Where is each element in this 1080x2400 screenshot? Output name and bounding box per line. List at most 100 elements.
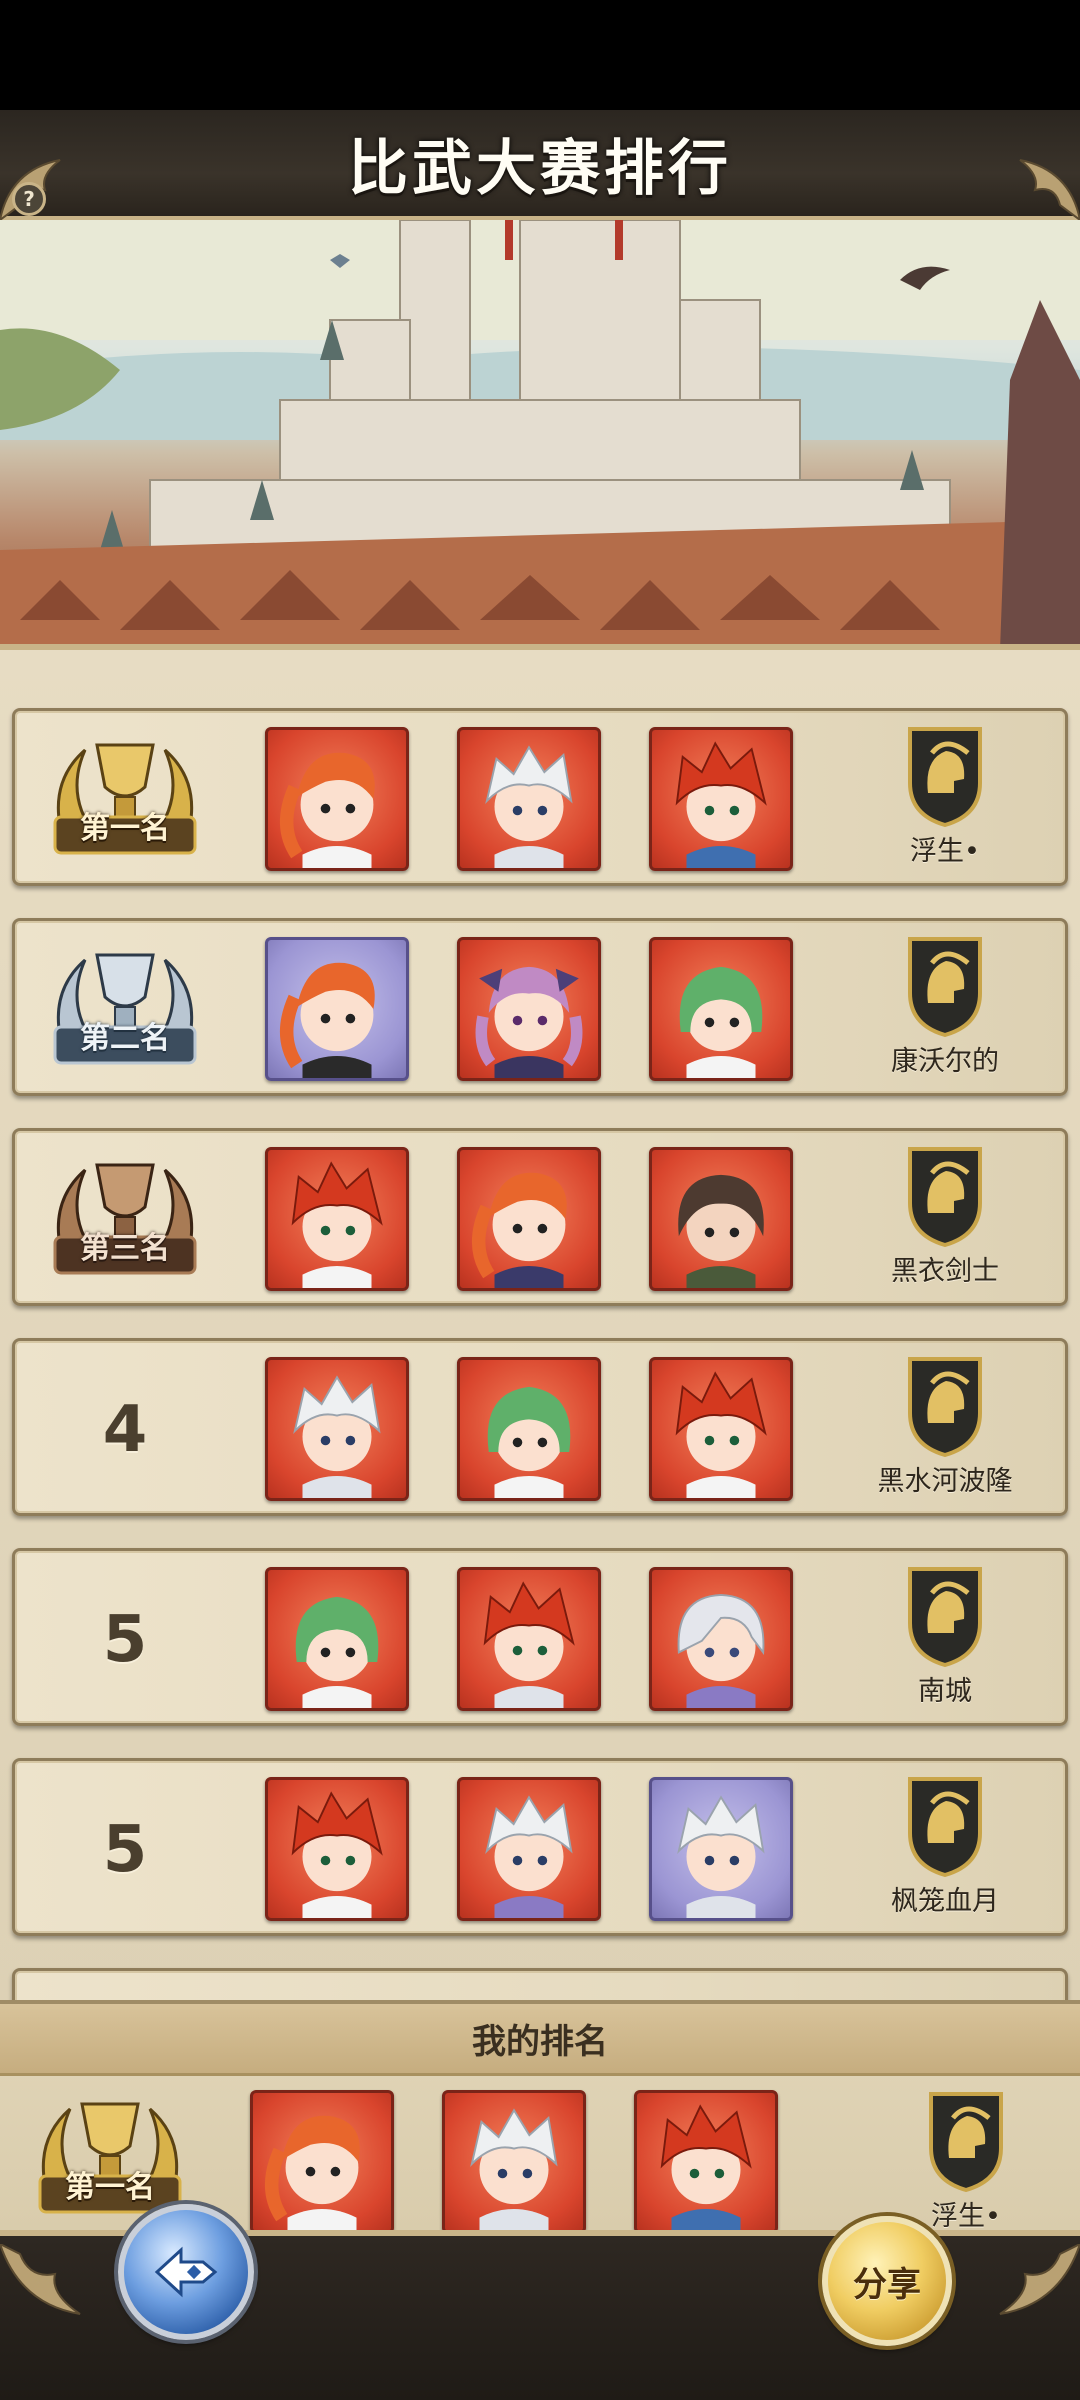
hero-portrait[interactable] (265, 1777, 409, 1921)
hero-portrait[interactable] (649, 1147, 793, 1291)
red-spiky-hero-icon (291, 1791, 383, 1918)
rank-badge: 第一名 (45, 725, 205, 875)
player-info[interactable]: 浮生• (845, 723, 1045, 883)
treasure-chest-icon[interactable] (895, 510, 1005, 595)
help-icon[interactable]: ? (12, 182, 46, 216)
hero-portrait[interactable] (457, 1567, 601, 1711)
rank-badge: 第三名 (45, 1145, 205, 1295)
player-name: 枫笼血月 (891, 1886, 999, 1917)
spartan-helmet-crest-icon (908, 1777, 982, 1877)
player-name: 浮生• (931, 2201, 1001, 2232)
bronze-medal-icon: 第三名 (45, 1145, 205, 1295)
player-name: 南城 (918, 1676, 972, 1707)
hero-portrait[interactable] (265, 937, 409, 1081)
hero-portrait[interactable] (649, 1357, 793, 1501)
red-spiky-hero-icon (675, 1371, 767, 1498)
hero-portrait[interactable] (265, 727, 409, 871)
rank-label: 第一名 (65, 2170, 155, 2205)
rank-badge: 4 (45, 1355, 205, 1505)
share-label: 分享 (853, 2264, 921, 2305)
corner-ornament (980, 2242, 1080, 2324)
red-spiky-hero-icon (660, 2104, 752, 2231)
hero-portrait[interactable] (265, 1357, 409, 1501)
corner-ornament (1000, 150, 1080, 222)
player-info[interactable]: 南城 (845, 1563, 1045, 1723)
rank-label: 第三名 (80, 1231, 170, 1266)
hero-portrait[interactable] (457, 1147, 601, 1291)
rank-label: 第二名 (80, 1021, 170, 1056)
ranking-list[interactable]: 第一名 浮生• 第二名 康沃尔的 第三名 黑衣剑士 4 黑水河波隆 5 南城 5… (0, 650, 1080, 2000)
gold-medal-icon: 第一名 (45, 725, 205, 875)
purple-ribbon-hero-icon (475, 966, 583, 1078)
white-spiky-hero-icon (485, 1795, 573, 1918)
hero-portrait[interactable] (457, 1777, 601, 1921)
spartan-helmet-crest-icon (908, 1147, 982, 1247)
my-rank-panel: 我的排名 第一名 浮生• (0, 2000, 1080, 2234)
back-arrow-icon (154, 2246, 218, 2298)
orange-ponytail-hero-icon (279, 752, 375, 868)
hero-portrait[interactable] (457, 937, 601, 1081)
green-bob-hero-icon (487, 1386, 571, 1498)
rank-number: 4 (102, 1393, 148, 1467)
player-name: 浮生• (910, 836, 980, 867)
hero-portrait[interactable] (442, 2090, 586, 2234)
ranking-row[interactable]: 5 南城 (12, 1548, 1068, 1726)
hero-portrait[interactable] (265, 1567, 409, 1711)
rank-badge: 5 (45, 1565, 205, 1715)
player-info[interactable]: 康沃尔的 (845, 933, 1045, 1093)
player-name: 康沃尔的 (891, 1046, 999, 1077)
white-spiky-hero-icon (470, 2108, 558, 2231)
orange-ponytail-hero-icon (264, 2115, 360, 2231)
ranking-row[interactable] (12, 1968, 1068, 2000)
green-bob-hero-icon (295, 1596, 379, 1708)
rank-badge: 5 (45, 1775, 205, 1925)
ranking-row[interactable]: 第三名 黑衣剑士 (12, 1128, 1068, 1306)
spartan-helmet-crest-icon (908, 937, 982, 1037)
silver-haired-hero-icon (677, 1593, 765, 1708)
hero-portrait[interactable] (457, 727, 601, 871)
my-rank-title: 我的排名 (472, 2022, 608, 2062)
page-title: 比武大赛排行 (348, 133, 732, 204)
hero-portrait[interactable] (649, 937, 793, 1081)
hero-portrait[interactable] (250, 2090, 394, 2234)
spartan-helmet-crest-icon (908, 1357, 982, 1457)
share-button[interactable]: 分享 (822, 2216, 952, 2346)
red-spiky-hero-icon (291, 1161, 383, 1288)
orange-ponytail-hero-icon (279, 962, 375, 1078)
rank-badge: 第二名 (45, 935, 205, 1085)
bottom-bar: 分享 (0, 2204, 1080, 2400)
hero-portrait[interactable] (649, 727, 793, 871)
white-spiky-hero-icon (677, 1795, 765, 1918)
player-info[interactable]: 枫笼血月 (845, 1773, 1045, 1933)
player-name: 黑水河波隆 (877, 1466, 1013, 1497)
spartan-helmet-crest-icon (908, 1567, 982, 1667)
back-button[interactable] (118, 2204, 254, 2340)
rank-number: 5 (102, 1603, 148, 1677)
ranking-row[interactable]: 第一名 浮生• (12, 708, 1068, 886)
spartan-helmet-crest-icon (908, 727, 982, 827)
hero-portrait[interactable] (634, 2090, 778, 2234)
green-bob-hero-icon (679, 966, 763, 1078)
hero-portrait[interactable] (265, 1147, 409, 1291)
ranking-row[interactable]: 4 黑水河波隆 (12, 1338, 1068, 1516)
status-bar (0, 0, 1080, 110)
orange-ponytail-hero-icon (471, 1172, 567, 1288)
player-info[interactable]: 黑水河波隆 (845, 1353, 1045, 1513)
hero-portrait[interactable] (457, 1357, 601, 1501)
silver-medal-icon: 第二名 (45, 935, 205, 1085)
my-rank-header: 我的排名 (0, 2004, 1080, 2076)
white-spiky-hero-icon (293, 1375, 381, 1498)
hero-portrait[interactable] (649, 1567, 793, 1711)
ranking-row[interactable]: 第二名 康沃尔的 (12, 918, 1068, 1096)
white-spiky-hero-icon (485, 745, 573, 868)
player-name: 黑衣剑士 (891, 1256, 999, 1287)
red-spiky-hero-icon (483, 1581, 575, 1708)
hero-portrait[interactable] (649, 1777, 793, 1921)
castle-banner-image (0, 220, 1080, 650)
spartan-helmet-crest-icon (929, 2092, 1003, 2192)
ranking-row[interactable]: 5 枫笼血月 (12, 1758, 1068, 1936)
corner-ornament (0, 2242, 100, 2324)
rank-label: 第一名 (80, 811, 170, 846)
title-bar: ? 比武大赛排行 (0, 110, 1080, 222)
player-info[interactable]: 黑衣剑士 (845, 1143, 1045, 1303)
